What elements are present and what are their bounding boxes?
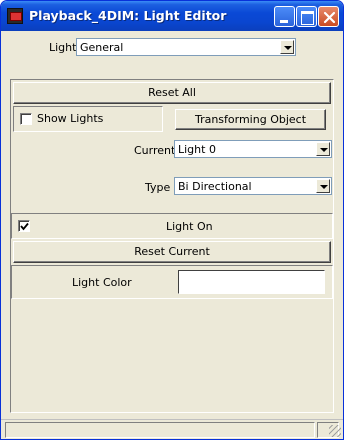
current-light-value: Light 0 (178, 143, 216, 156)
resize-grip-icon[interactable] (329, 425, 341, 437)
light-settings-panel: Reset All Show Lights Transforming Objec… (10, 79, 334, 413)
show-lights-group: Show Lights (13, 106, 163, 132)
minimize-button[interactable] (274, 6, 295, 27)
current-light-dropdown[interactable]: Light 0 (174, 140, 332, 158)
light-type-value: Bi Directional (178, 180, 252, 193)
light-dropdown[interactable]: General (76, 38, 296, 56)
light-on-label: Light On (166, 220, 213, 233)
title-bar[interactable]: Playback_4DIM: Light Editor (1, 1, 343, 31)
maximize-button[interactable] (296, 6, 317, 27)
light-editor-window: Playback_4DIM: Light Editor Light Genera… (0, 0, 344, 440)
status-bar (1, 419, 343, 439)
light-type-dropdown[interactable]: Bi Directional (174, 177, 332, 195)
chevron-down-icon[interactable] (316, 179, 330, 193)
checkmark-icon (20, 222, 29, 231)
status-pane (5, 422, 315, 438)
reset-all-button[interactable]: Reset All (13, 82, 331, 104)
close-icon (323, 11, 336, 24)
light-label: Light (49, 41, 77, 54)
close-button[interactable] (318, 6, 339, 27)
transforming-object-button[interactable]: Transforming Object (175, 109, 326, 130)
show-lights-label: Show Lights (37, 112, 104, 125)
light-on-group: Light On (11, 213, 333, 239)
light-color-swatch[interactable] (178, 270, 325, 294)
current-label: Current (134, 144, 176, 157)
show-lights-checkbox[interactable] (20, 113, 32, 125)
type-label: Type (145, 181, 171, 194)
light-on-checkbox[interactable] (18, 220, 30, 232)
app-window-icon[interactable] (7, 8, 23, 24)
chevron-down-icon[interactable] (316, 142, 330, 156)
chevron-down-icon[interactable] (280, 40, 294, 54)
window-title: Playback_4DIM: Light Editor (29, 8, 227, 23)
light-color-group: Light Color (11, 265, 333, 299)
light-color-label: Light Color (72, 276, 132, 289)
reset-current-button[interactable]: Reset Current (13, 241, 331, 263)
light-dropdown-value: General (80, 41, 124, 54)
